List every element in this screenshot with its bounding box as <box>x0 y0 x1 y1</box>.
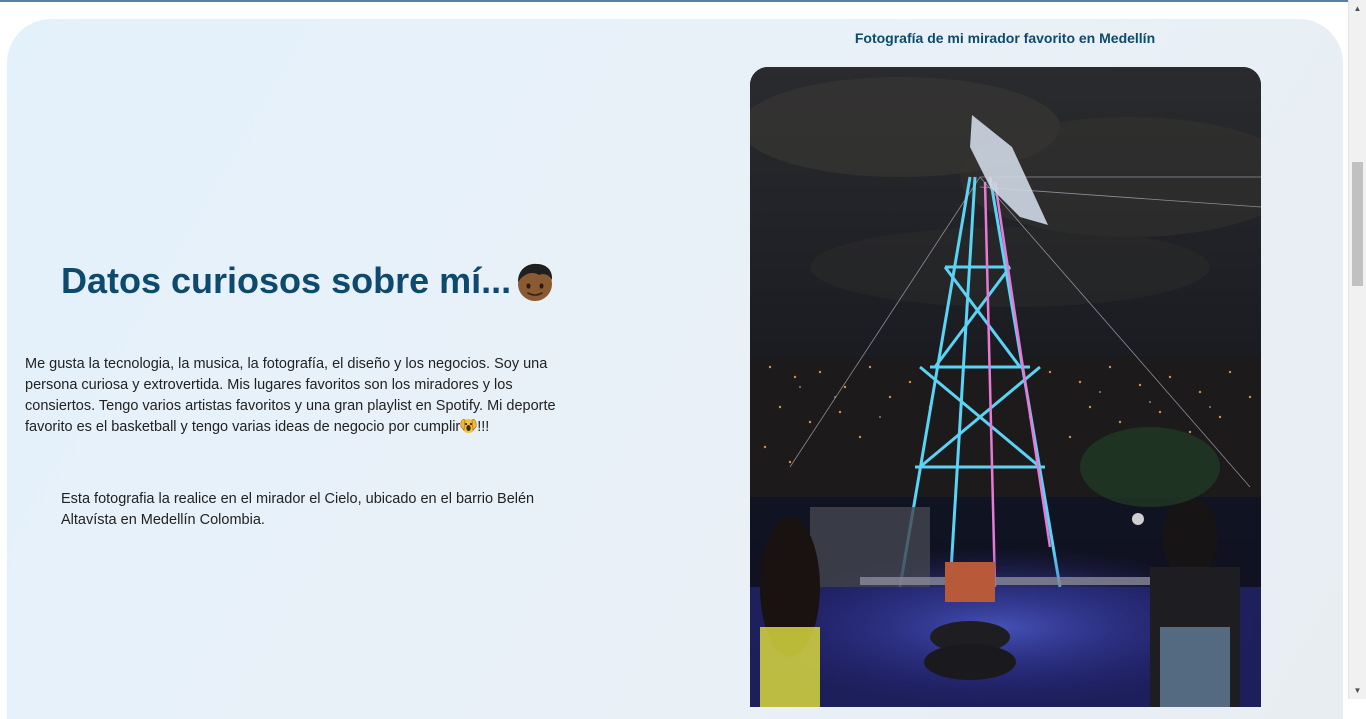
heading-text: Datos curiosos sobre mí... <box>61 260 512 301</box>
screaming-face-icon <box>460 417 477 434</box>
page-scrollbar[interactable]: ▲ ▼ <box>1348 0 1366 699</box>
boy-face-icon <box>515 260 555 302</box>
about-paragraph-suffix: !!! <box>477 419 490 435</box>
scroll-down-arrow-icon[interactable]: ▼ <box>1349 682 1366 699</box>
window-top-border <box>0 0 1366 2</box>
about-paragraph: Me gusta la tecnologia, la musica, la fo… <box>25 354 575 438</box>
photo-description: Esta fotografia la realice en el mirador… <box>61 491 535 528</box>
section-heading: Datos curiosos sobre mí... <box>61 260 555 302</box>
photo-caption: Fotografía de mi mirador favorito en Med… <box>854 30 1156 46</box>
scrollbar-thumb[interactable] <box>1352 162 1363 286</box>
scroll-up-arrow-icon[interactable]: ▲ <box>1349 0 1366 17</box>
mirador-photo <box>750 67 1261 707</box>
mirador-photo-illustration <box>750 67 1261 707</box>
